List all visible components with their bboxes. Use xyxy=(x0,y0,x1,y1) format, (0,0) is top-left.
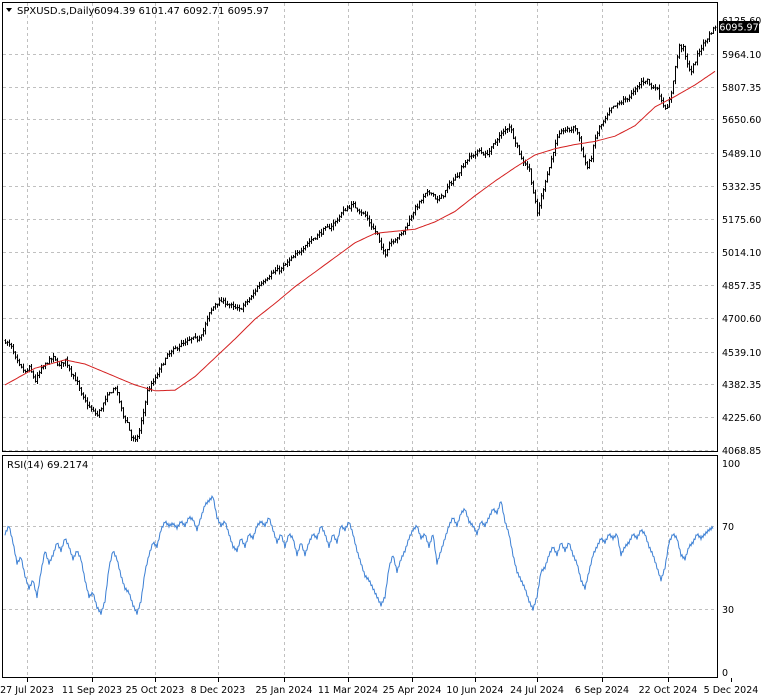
time-tick-label: 24 Jul 2024 xyxy=(510,685,564,696)
chart-symbol-title: SPXUSD.s,Daily xyxy=(17,6,95,17)
last-price-label: 6095.97 xyxy=(719,23,758,34)
price-tick-label: 4539.10 xyxy=(722,348,761,359)
time-tick-label: 25 Jan 2024 xyxy=(256,685,313,696)
price-tick-label: 5175.60 xyxy=(722,215,761,226)
price-tick-label: 4225.60 xyxy=(722,413,761,424)
rsi-title: RSI(14) 69.2174 xyxy=(7,460,88,471)
trading-chart[interactable]: 6125.605964.105807.355650.605489.105332.… xyxy=(0,0,763,700)
ohlc-readout: 6094.39 6101.47 6092.71 6095.97 xyxy=(94,6,269,17)
time-tick-label: 27 Jul 2023 xyxy=(0,685,54,696)
time-tick-label: 25 Apr 2024 xyxy=(383,685,442,696)
price-tick-label: 5332.35 xyxy=(722,182,761,193)
price-tick-label: 5014.10 xyxy=(722,248,761,259)
price-tick-label: 4068.85 xyxy=(722,446,761,457)
price-tick-label: 5650.60 xyxy=(722,115,761,126)
time-axis-labels: 27 Jul 2023 11 Sep 2023 25 Oct 2023 8 Dec 2… xyxy=(0,678,758,696)
rsi-axis-labels: 100 70 30 0 xyxy=(722,459,740,679)
rsi-tick-label: 70 xyxy=(722,522,734,533)
time-tick-label: 11 Mar 2024 xyxy=(318,685,378,696)
rsi-tick-label: 30 xyxy=(722,605,734,616)
price-tick-label: 4700.60 xyxy=(722,314,761,325)
rsi-tick-label: 0 xyxy=(722,668,728,679)
price-tick-label: 4857.35 xyxy=(722,281,761,292)
price-tick-label: 5964.10 xyxy=(722,50,761,61)
rsi-tick-label: 100 xyxy=(722,459,740,470)
price-tick-label: 4382.35 xyxy=(722,380,761,391)
time-tick-label: 5 Dec 2024 xyxy=(704,685,759,696)
price-tick-label: 5807.35 xyxy=(722,83,761,94)
price-tick-label: 5489.10 xyxy=(722,149,761,160)
time-tick-label: 10 Jun 2024 xyxy=(446,685,503,696)
time-tick-label: 22 Oct 2024 xyxy=(639,685,698,696)
time-tick-label: 25 Oct 2023 xyxy=(126,685,185,696)
time-tick-label: 6 Sep 2024 xyxy=(575,685,629,696)
price-axis-labels: 6125.605964.105807.355650.605489.105332.… xyxy=(722,16,761,457)
time-tick-label: 8 Dec 2023 xyxy=(191,685,246,696)
time-tick-label: 11 Sep 2023 xyxy=(62,685,122,696)
